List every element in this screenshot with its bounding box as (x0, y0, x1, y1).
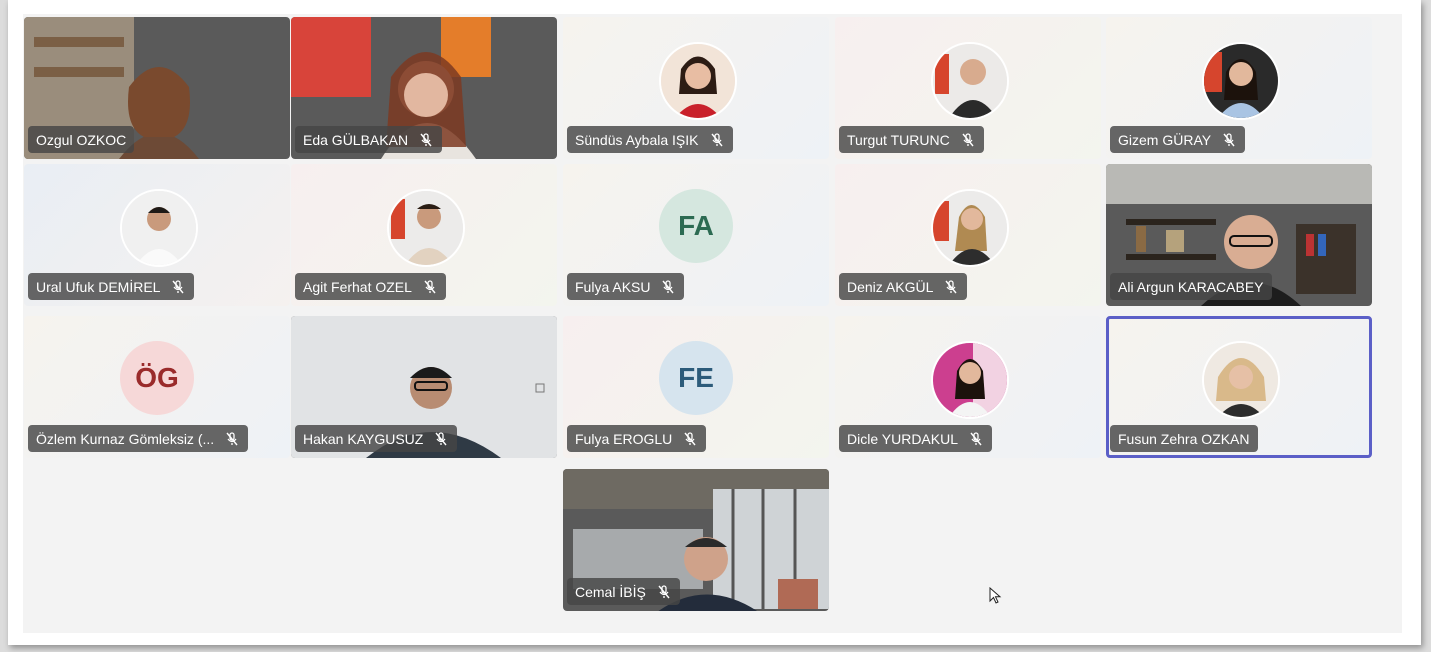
participant-name: Fulya EROGLU (575, 430, 673, 447)
participant-name-tag: Sündüs Aybala IŞIK (567, 126, 733, 153)
participant-name: Hakan KAYGUSUZ (303, 430, 424, 447)
participant-name: Sündüs Aybala IŞIK (575, 131, 699, 148)
participant-tile[interactable]: FA Fulya AKSU (563, 164, 829, 306)
participant-name: Ural Ufuk DEMİREL (36, 278, 161, 295)
participant-name: Deniz AKGÜL (847, 278, 934, 295)
participant-name: Gizem GÜRAY (1118, 131, 1212, 148)
participant-name: Fulya AKSU (575, 278, 651, 295)
participant-name-tag: Fulya AKSU (567, 273, 685, 300)
participant-name: Ozgul OZKOC (36, 131, 127, 148)
participant-tile[interactable]: Cemal İBİŞ (563, 469, 829, 611)
participant-name-tag: Fulya EROGLU (567, 425, 707, 452)
participant-name: Agit Ferhat OZEL (303, 278, 412, 295)
participant-name: Fusun Zehra OZKAN (1118, 430, 1250, 447)
mic-off-icon (684, 431, 696, 445)
participant-name: Ali Argun KARACABEY (1118, 278, 1264, 295)
participant-name-tag: Cemal İBİŞ (567, 578, 680, 605)
participant-name: Eda GÜLBAKAN (303, 131, 409, 148)
participant-name-tag: Dicle YURDAKUL (839, 425, 992, 452)
avatar (1202, 42, 1280, 120)
participant-name: Özlem Kurnaz Gömleksiz (... (36, 430, 215, 447)
avatar (120, 189, 198, 267)
participant-tile-active-speaker[interactable]: Fusun Zehra OZKAN (1106, 316, 1372, 458)
participant-tile[interactable]: Agit Ferhat OZEL (291, 164, 557, 306)
participant-tile[interactable]: Dicle YURDAKUL (835, 316, 1101, 458)
mic-off-icon (435, 431, 447, 445)
participant-tile[interactable]: Gizem GÜRAY (1106, 17, 1372, 159)
avatar (931, 189, 1009, 267)
mic-off-icon (424, 279, 436, 293)
avatar-initials: FE (659, 341, 733, 415)
participant-name-tag: Hakan KAYGUSUZ (295, 425, 458, 452)
meeting-gallery: Ozgul OZKOC Eda GÜLBAKAN Sündüs Aybala I… (23, 14, 1402, 633)
avatar-initials: ÖG (120, 341, 194, 415)
participant-name: Dicle YURDAKUL (847, 430, 958, 447)
avatar (659, 42, 737, 120)
participant-name-tag: Eda GÜLBAKAN (295, 126, 443, 153)
avatar-initials: FA (659, 189, 733, 263)
mouse-cursor-icon (989, 587, 1002, 604)
mic-off-icon (710, 132, 723, 146)
participant-tile[interactable]: Deniz AKGÜL (835, 164, 1101, 306)
participant-name-tag: Gizem GÜRAY (1110, 126, 1246, 153)
participant-name-tag: Ali Argun KARACABEY (1110, 273, 1272, 300)
participant-name-tag: Ozgul OZKOC (28, 126, 135, 153)
participant-tile[interactable]: Hakan KAYGUSUZ (291, 316, 557, 458)
participant-tile[interactable]: Ali Argun KARACABEY (1106, 164, 1372, 306)
avatar (387, 189, 465, 267)
mic-off-icon (172, 279, 185, 293)
participant-tile[interactable]: Turgut TURUNC (835, 17, 1101, 159)
participant-name-tag: Deniz AKGÜL (839, 273, 968, 300)
participant-name: Turgut TURUNC (847, 131, 950, 148)
participant-tile[interactable]: Sündüs Aybala IŞIK (563, 17, 829, 159)
participant-tile[interactable]: Ozgul OZKOC (24, 17, 290, 159)
mic-off-icon (1223, 132, 1235, 146)
avatar (931, 42, 1009, 120)
participant-name-tag: Özlem Kurnaz Gömleksiz (... (28, 425, 249, 452)
participant-name: Cemal İBİŞ (575, 583, 646, 600)
mic-off-icon (970, 431, 982, 445)
mic-off-icon (420, 132, 432, 146)
participant-name-tag: Fusun Zehra OZKAN (1110, 425, 1258, 452)
participant-name-tag: Agit Ferhat OZEL (295, 273, 446, 300)
participant-tile[interactable]: ÖG Özlem Kurnaz Gömleksiz (... (24, 316, 290, 458)
mic-off-icon (658, 584, 670, 598)
mic-off-icon (945, 279, 957, 293)
participant-name-tag: Ural Ufuk DEMİREL (28, 273, 195, 300)
participant-tile[interactable]: Ural Ufuk DEMİREL (24, 164, 290, 306)
participant-name-tag: Turgut TURUNC (839, 126, 984, 153)
avatar (931, 341, 1009, 419)
avatar (1202, 341, 1280, 419)
mic-off-icon (962, 132, 974, 146)
mic-off-icon (662, 279, 675, 293)
mic-off-icon (226, 431, 238, 445)
participant-tile[interactable]: FE Fulya EROGLU (563, 316, 829, 458)
participant-tile[interactable]: Eda GÜLBAKAN (291, 17, 557, 159)
